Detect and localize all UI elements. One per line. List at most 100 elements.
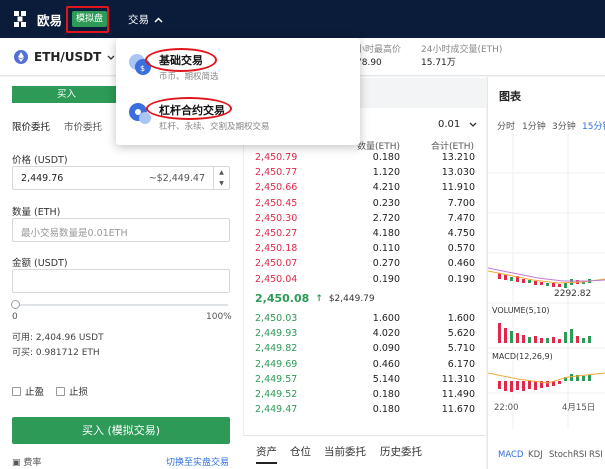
ask-row[interactable]: 2,450.79 0.180 13.210: [255, 152, 475, 166]
ask-row[interactable]: 2,450.77 1.120 13.030: [255, 167, 475, 181]
bid-qty: 0.180: [372, 404, 400, 416]
ind-tab-rsi[interactable]: RSI: [589, 450, 603, 460]
quantity-input[interactable]: 最小交易数量是0.01ETH: [12, 218, 230, 242]
price-marker-label: 2292.82: [554, 289, 591, 299]
bid-row[interactable]: 2,449.93 4.020 5.620: [255, 328, 475, 342]
col-total: 合计(ETH): [431, 142, 474, 152]
trade-dropdown-menu: $ 基础交易 币币、期权简选 杠杆合约交易 杠杆、永续、交割及期权交易: [116, 38, 360, 145]
bid-qty: 5.140: [372, 373, 400, 385]
volume-value: 15.71万: [421, 58, 456, 68]
last-price-usd: $2,449.79: [328, 293, 375, 304]
ask-qty: 2.720: [372, 212, 400, 224]
ask-price: 2,450.66: [255, 182, 298, 194]
pair-selector[interactable]: ETH/USDT: [14, 50, 115, 64]
tf-3m[interactable]: 3分钟: [552, 119, 576, 132]
tf-15m[interactable]: 15分钟: [582, 119, 605, 132]
tab-market-order[interactable]: 市价委托: [64, 119, 102, 133]
ask-price: 2,450.77: [255, 167, 298, 179]
ask-qty: 1.120: [372, 167, 400, 179]
bid-price: 2,450.03: [255, 313, 298, 324]
tab-positions[interactable]: 仓位: [290, 444, 311, 459]
volume-indicator-label: VOLUME(5,10): [492, 306, 550, 315]
price-stepper[interactable]: ▲ ▼: [213, 167, 229, 189]
ask-row[interactable]: 2,450.27 4.180 4.750: [255, 228, 475, 242]
tab-order-history[interactable]: 历史委托: [380, 444, 422, 459]
brand-logo[interactable]: 欧易: [14, 11, 63, 28]
bid-row[interactable]: 2,449.82 0.090 5.710: [255, 343, 475, 357]
candlestick-chart[interactable]: 2292.82 VOLUME(5,10) MACD(12,26,9) 22:00…: [488, 133, 605, 429]
increment-icon[interactable]: ▲: [219, 169, 224, 176]
bid-price: 2,449.93: [255, 328, 298, 340]
quantity-label: 数量 (ETH): [12, 207, 61, 218]
ask-row[interactable]: 2,450.45 0.230 7.700: [255, 198, 475, 212]
ask-qty: 0.180: [372, 152, 400, 163]
tf-line[interactable]: 分时: [497, 119, 515, 132]
time-label-1: 22:00: [494, 403, 519, 413]
ask-total: 11.910: [441, 182, 475, 194]
tab-assets[interactable]: 资产: [256, 444, 277, 464]
basic-trading-desc: 币币、期权简选: [159, 72, 219, 82]
price-usd-equivalent: ~$2,449.47: [148, 173, 205, 184]
precision-selector[interactable]: 0.01: [438, 119, 477, 130]
checkbox-icon: [56, 386, 65, 396]
ask-row[interactable]: 2,450.18 0.110 0.570: [255, 243, 475, 257]
ind-tab-kdj[interactable]: KDJ: [528, 450, 543, 460]
switch-to-live-link[interactable]: 切换至实盘交易: [166, 455, 229, 468]
bid-row[interactable]: 2,450.03 1.600 1.600: [255, 313, 475, 327]
chart-title: 图表: [499, 90, 521, 103]
ask-total: 13.030: [441, 167, 475, 179]
amount-label: 金额 (USDT): [12, 258, 68, 269]
take-profit-label: 止盈: [25, 387, 45, 398]
ind-tab-stochrsi[interactable]: StochRSI: [549, 450, 587, 460]
trade-menu[interactable]: 交易: [128, 12, 163, 27]
ask-qty: 0.190: [372, 273, 400, 285]
ask-row[interactable]: 2,450.66 4.210 11.910: [255, 182, 475, 196]
checkbox-icon: [12, 386, 21, 396]
amount-slider-handle[interactable]: [11, 300, 20, 309]
trade-menu-label: 交易: [128, 14, 149, 26]
high-price-label: 小时最高价: [356, 45, 402, 55]
decrement-icon[interactable]: ▼: [219, 180, 224, 187]
arrow-up-icon: ↑: [315, 293, 323, 304]
bid-row[interactable]: 2,449.52 0.180 11.490: [255, 389, 475, 403]
amount-input[interactable]: [12, 269, 230, 293]
ind-tab-macd[interactable]: MACD: [498, 450, 523, 460]
bid-qty: 0.180: [372, 389, 400, 400]
bid-total: 11.310: [441, 373, 475, 385]
bid-total: 11.490: [441, 389, 475, 400]
ask-price: 2,450.18: [255, 243, 298, 255]
price-input[interactable]: 2,449.76 ~$2,449.47 ▲ ▼: [12, 166, 230, 190]
ask-row[interactable]: 2,450.04 0.190 0.190: [255, 274, 475, 288]
bid-row[interactable]: 2,449.57 5.140 11.310: [255, 374, 475, 388]
ask-qty: 0.230: [372, 197, 400, 209]
buy-tab[interactable]: 买入: [12, 86, 121, 103]
ask-total: 0.460: [447, 258, 475, 270]
time-label-2: 4月15日: [562, 403, 595, 413]
buy-button[interactable]: 买入 (模拟交易): [12, 417, 230, 444]
ask-qty: 4.210: [372, 182, 400, 194]
bid-row[interactable]: 2,449.47 0.180 11.670: [255, 404, 475, 418]
last-price-value: 2,450.08: [255, 292, 310, 305]
last-price: 2,450.08 ↑ $2,449.79: [255, 292, 375, 305]
bid-qty: 1.600: [372, 313, 400, 324]
ask-row[interactable]: 2,450.30 2.720 7.470: [255, 213, 475, 227]
amount-slider-track[interactable]: [16, 304, 228, 306]
ask-price: 2,450.04: [255, 273, 298, 285]
fee-icon: ▣: [12, 458, 24, 468]
brand-name: 欧易: [37, 12, 63, 28]
ask-row[interactable]: 2,450.07 0.270 0.460: [255, 258, 475, 272]
slider-min-label: 0: [12, 312, 18, 322]
tab-limit-order[interactable]: 限价委托: [12, 119, 50, 133]
ask-total: 7.470: [447, 212, 475, 224]
ask-qty: 0.270: [372, 258, 400, 270]
ask-total: 0.190: [447, 273, 475, 285]
stop-loss-checkbox[interactable]: 止损: [56, 384, 88, 398]
fee-rate[interactable]: ▣ 费率: [12, 455, 41, 468]
order-type-tabs: 限价委托 市价委托 止: [12, 119, 126, 133]
price-label: 价格 (USDT): [12, 155, 68, 166]
tab-open-orders[interactable]: 当前委托: [324, 444, 366, 459]
take-profit-checkbox[interactable]: 止盈: [12, 384, 44, 398]
svg-text:$: $: [140, 64, 145, 73]
tf-1m[interactable]: 1分钟: [522, 119, 546, 132]
bid-row[interactable]: 2,449.69 0.460 6.170: [255, 359, 475, 373]
